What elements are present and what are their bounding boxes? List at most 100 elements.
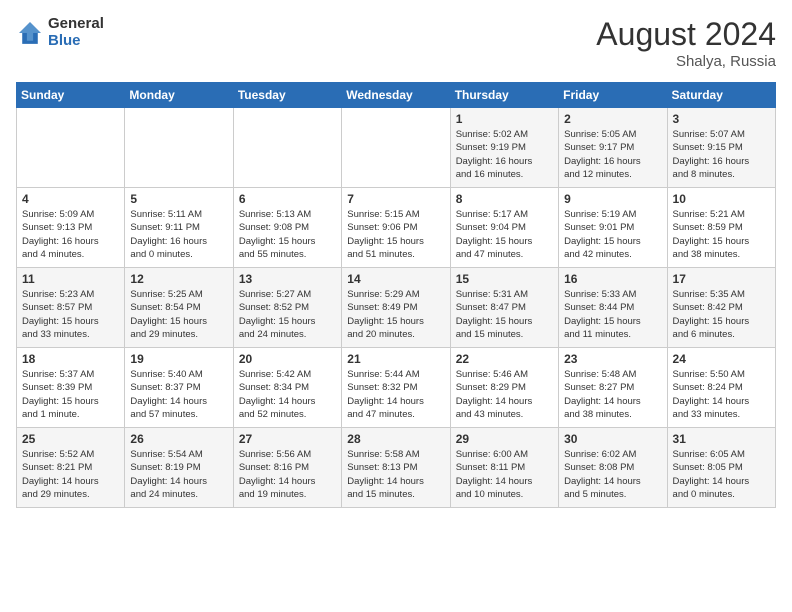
- calendar-cell: 17 Sunrise: 5:35 AM Sunset: 8:42 PM Dayli…: [667, 268, 775, 348]
- header-friday: Friday: [559, 83, 667, 108]
- day-number: 21: [347, 352, 444, 366]
- calendar-cell: 14 Sunrise: 5:29 AM Sunset: 8:49 PM Dayli…: [342, 268, 450, 348]
- day-info: Sunrise: 5:23 AM Sunset: 8:57 PM Dayligh…: [22, 288, 119, 341]
- calendar-cell: 25 Sunrise: 5:52 AM Sunset: 8:21 PM Dayli…: [17, 428, 125, 508]
- title-block: August 2024 Shalya, Russia: [596, 16, 776, 70]
- day-info: Sunrise: 5:15 AM Sunset: 9:06 PM Dayligh…: [347, 208, 444, 261]
- header-saturday: Saturday: [667, 83, 775, 108]
- day-number: 3: [673, 112, 770, 126]
- day-number: 2: [564, 112, 661, 126]
- day-number: 26: [130, 432, 227, 446]
- calendar-cell: [342, 108, 450, 188]
- day-number: 6: [239, 192, 336, 206]
- calendar-cell: 18 Sunrise: 5:37 AM Sunset: 8:39 PM Dayli…: [17, 348, 125, 428]
- calendar-week-2: 4Sunrise: 5:09 AM Sunset: 9:13 PM Daylig…: [17, 188, 776, 268]
- day-number: 5: [130, 192, 227, 206]
- day-info: Sunrise: 5:44 AM Sunset: 8:32 PM Dayligh…: [347, 368, 444, 421]
- day-number: 18: [22, 352, 119, 366]
- logo-icon: [16, 19, 44, 47]
- day-info: Sunrise: 5:05 AM Sunset: 9:17 PM Dayligh…: [564, 128, 661, 181]
- day-number: 27: [239, 432, 336, 446]
- day-number: 29: [456, 432, 553, 446]
- day-info: Sunrise: 5:50 AM Sunset: 8:24 PM Dayligh…: [673, 368, 770, 421]
- day-info: Sunrise: 5:40 AM Sunset: 8:37 PM Dayligh…: [130, 368, 227, 421]
- day-number: 16: [564, 272, 661, 286]
- day-info: Sunrise: 5:29 AM Sunset: 8:49 PM Dayligh…: [347, 288, 444, 341]
- calendar-cell: 22 Sunrise: 5:46 AM Sunset: 8:29 PM Dayli…: [450, 348, 558, 428]
- day-number: 22: [456, 352, 553, 366]
- calendar-cell: 19Sunrise: 5:40 AM Sunset: 8:37 PM Dayli…: [125, 348, 233, 428]
- day-number: 8: [456, 192, 553, 206]
- day-info: Sunrise: 6:05 AM Sunset: 8:05 PM Dayligh…: [673, 448, 770, 501]
- logo-text: General Blue: [48, 16, 104, 49]
- day-number: 14: [347, 272, 444, 286]
- day-info: Sunrise: 5:31 AM Sunset: 8:47 PM Dayligh…: [456, 288, 553, 341]
- calendar-cell: 28 Sunrise: 5:58 AM Sunset: 8:13 PM Dayli…: [342, 428, 450, 508]
- calendar-cell: 23Sunrise: 5:48 AM Sunset: 8:27 PM Dayli…: [559, 348, 667, 428]
- day-info: Sunrise: 5:11 AM Sunset: 9:11 PM Dayligh…: [130, 208, 227, 261]
- day-number: 10: [673, 192, 770, 206]
- day-info: Sunrise: 6:02 AM Sunset: 8:08 PM Dayligh…: [564, 448, 661, 501]
- calendar-cell: [17, 108, 125, 188]
- calendar-cell: 1Sunrise: 5:02 AM Sunset: 9:19 PM Daylig…: [450, 108, 558, 188]
- calendar-cell: 7 Sunrise: 5:15 AM Sunset: 9:06 PM Daylig…: [342, 188, 450, 268]
- calendar-cell: 16 Sunrise: 5:33 AM Sunset: 8:44 PM Dayli…: [559, 268, 667, 348]
- day-info: Sunrise: 5:42 AM Sunset: 8:34 PM Dayligh…: [239, 368, 336, 421]
- day-number: 15: [456, 272, 553, 286]
- day-number: 13: [239, 272, 336, 286]
- page-header: General Blue August 2024 Shalya, Russia: [16, 16, 776, 70]
- day-number: 7: [347, 192, 444, 206]
- day-info: Sunrise: 5:07 AM Sunset: 9:15 PM Dayligh…: [673, 128, 770, 181]
- header-wednesday: Wednesday: [342, 83, 450, 108]
- day-info: Sunrise: 5:35 AM Sunset: 8:42 PM Dayligh…: [673, 288, 770, 341]
- calendar-cell: 5 Sunrise: 5:11 AM Sunset: 9:11 PM Daylig…: [125, 188, 233, 268]
- day-info: Sunrise: 5:52 AM Sunset: 8:21 PM Dayligh…: [22, 448, 119, 501]
- calendar-table: SundayMondayTuesdayWednesdayThursdayFrid…: [16, 82, 776, 508]
- day-info: Sunrise: 5:33 AM Sunset: 8:44 PM Dayligh…: [564, 288, 661, 341]
- calendar-cell: [233, 108, 341, 188]
- calendar-cell: 8 Sunrise: 5:17 AM Sunset: 9:04 PM Daylig…: [450, 188, 558, 268]
- logo-blue-text: Blue: [48, 33, 104, 50]
- day-info: Sunrise: 5:48 AM Sunset: 8:27 PM Dayligh…: [564, 368, 661, 421]
- day-number: 30: [564, 432, 661, 446]
- day-info: Sunrise: 5:56 AM Sunset: 8:16 PM Dayligh…: [239, 448, 336, 501]
- day-info: Sunrise: 5:21 AM Sunset: 8:59 PM Dayligh…: [673, 208, 770, 261]
- header-sunday: Sunday: [17, 83, 125, 108]
- header-tuesday: Tuesday: [233, 83, 341, 108]
- location-title: Shalya, Russia: [596, 53, 776, 70]
- day-number: 25: [22, 432, 119, 446]
- calendar-cell: 13Sunrise: 5:27 AM Sunset: 8:52 PM Dayli…: [233, 268, 341, 348]
- calendar-cell: 15 Sunrise: 5:31 AM Sunset: 8:47 PM Dayli…: [450, 268, 558, 348]
- logo: General Blue: [16, 16, 104, 49]
- day-info: Sunrise: 5:17 AM Sunset: 9:04 PM Dayligh…: [456, 208, 553, 261]
- calendar-cell: 2 Sunrise: 5:05 AM Sunset: 9:17 PM Daylig…: [559, 108, 667, 188]
- calendar-cell: 20Sunrise: 5:42 AM Sunset: 8:34 PM Dayli…: [233, 348, 341, 428]
- day-info: Sunrise: 5:37 AM Sunset: 8:39 PM Dayligh…: [22, 368, 119, 421]
- day-number: 28: [347, 432, 444, 446]
- calendar-cell: 4Sunrise: 5:09 AM Sunset: 9:13 PM Daylig…: [17, 188, 125, 268]
- calendar-cell: 9Sunrise: 5:19 AM Sunset: 9:01 PM Daylig…: [559, 188, 667, 268]
- day-number: 12: [130, 272, 227, 286]
- month-year-title: August 2024: [596, 16, 776, 53]
- calendar-cell: 12 Sunrise: 5:25 AM Sunset: 8:54 PM Dayli…: [125, 268, 233, 348]
- day-info: Sunrise: 5:46 AM Sunset: 8:29 PM Dayligh…: [456, 368, 553, 421]
- calendar-week-3: 11Sunrise: 5:23 AM Sunset: 8:57 PM Dayli…: [17, 268, 776, 348]
- calendar-cell: 3 Sunrise: 5:07 AM Sunset: 9:15 PM Daylig…: [667, 108, 775, 188]
- day-number: 24: [673, 352, 770, 366]
- day-info: Sunrise: 5:58 AM Sunset: 8:13 PM Dayligh…: [347, 448, 444, 501]
- day-number: 17: [673, 272, 770, 286]
- calendar-cell: 27 Sunrise: 5:56 AM Sunset: 8:16 PM Dayli…: [233, 428, 341, 508]
- day-info: Sunrise: 5:09 AM Sunset: 9:13 PM Dayligh…: [22, 208, 119, 261]
- day-info: Sunrise: 5:25 AM Sunset: 8:54 PM Dayligh…: [130, 288, 227, 341]
- day-info: Sunrise: 5:02 AM Sunset: 9:19 PM Dayligh…: [456, 128, 553, 181]
- logo-general-text: General: [48, 16, 104, 33]
- calendar-cell: 29Sunrise: 6:00 AM Sunset: 8:11 PM Dayli…: [450, 428, 558, 508]
- calendar-header-row: SundayMondayTuesdayWednesdayThursdayFrid…: [17, 83, 776, 108]
- calendar-week-4: 18 Sunrise: 5:37 AM Sunset: 8:39 PM Dayli…: [17, 348, 776, 428]
- header-monday: Monday: [125, 83, 233, 108]
- day-number: 31: [673, 432, 770, 446]
- calendar-cell: 24 Sunrise: 5:50 AM Sunset: 8:24 PM Dayli…: [667, 348, 775, 428]
- calendar-cell: 26 Sunrise: 5:54 AM Sunset: 8:19 PM Dayli…: [125, 428, 233, 508]
- calendar-cell: 21 Sunrise: 5:44 AM Sunset: 8:32 PM Dayli…: [342, 348, 450, 428]
- day-info: Sunrise: 5:54 AM Sunset: 8:19 PM Dayligh…: [130, 448, 227, 501]
